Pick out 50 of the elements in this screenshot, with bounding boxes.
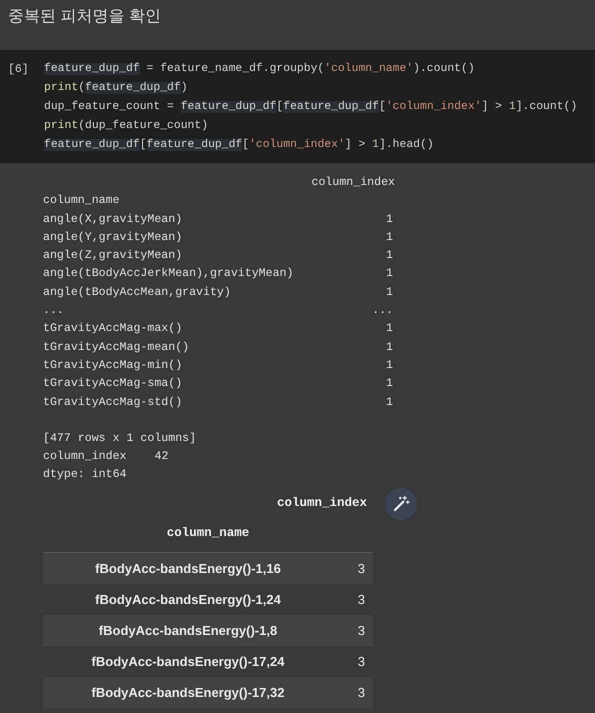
table-cell-text: fBodyAcc-bandsEnergy()-1,24 [94, 590, 282, 609]
code-line: feature_dup_df[feature_dup_df['column_index'] > 1].head() [44, 138, 435, 153]
magic-wand-button[interactable] [385, 488, 417, 520]
row-value: ... [372, 303, 393, 320]
index-name: column_name [43, 193, 120, 210]
row-label: angle(Y,gravityMean) [43, 230, 182, 246]
series-value: 42 [154, 449, 168, 466]
table-cell-text: 3 [356, 622, 366, 640]
table-cell-text: fBodyAcc-bandsEnergy()-1,16 [94, 560, 282, 578]
table-cell-text: fBodyAcc-bandsEnergy()-1,8 [98, 622, 278, 640]
table-cell-text: 3 [356, 590, 366, 608]
code-line: feature_dup_df = feature_name_df.groupby('column_name').count() [44, 62, 476, 77]
row-label: tGravityAccMag-min() [43, 358, 182, 374]
row-value: 1 [386, 248, 393, 264]
row-label: angle(tBodyAccMean,gravity) [43, 284, 231, 301]
table-cell-text: fBodyAcc-bandsEnergy()-17,24 [90, 652, 286, 671]
column-header: column_index [312, 175, 395, 191]
markdown-heading: 중복된 피처명을 확인 [8, 7, 162, 27]
row-label: tGravityAccMag-std() [43, 394, 182, 411]
code-cell[interactable] [0, 50, 595, 163]
row-label: angle(Z,gravityMean) [43, 248, 182, 264]
table-cell-text: 3 [356, 684, 366, 702]
execution-count: [6] [7, 62, 30, 78]
row-label: tGravityAccMag-sma() [43, 376, 182, 392]
table-cell-text: 3 [356, 652, 366, 670]
row-label: angle(tBodyAccJerkMean),gravityMean) [43, 266, 294, 282]
table-cell-text: fBodyAcc-bandsEnergy()-17,32 [90, 684, 286, 702]
series-label: column_index [43, 449, 126, 466]
column-header: column_index [276, 495, 367, 512]
magic-wand-icon [392, 494, 410, 513]
row-label: tGravityAccMag-mean() [43, 340, 190, 356]
row-label: angle(X,gravityMean) [43, 212, 182, 228]
summary-text: [477 rows x 1 columns] [43, 430, 196, 447]
row-value: 1 [386, 340, 393, 356]
row-value: 1 [386, 376, 393, 392]
dtype-text: dtype: int64 [43, 467, 126, 484]
row-value: 1 [386, 266, 393, 282]
code-line: print(feature_dup_df) [44, 80, 189, 96]
index-header: column_name [166, 525, 250, 542]
table-cell-text: 3 [356, 560, 366, 578]
row-value: 1 [386, 230, 393, 246]
row-value: 1 [386, 212, 393, 228]
row-label: tGravityAccMag-max() [43, 321, 182, 338]
code-line: print(dup_feature_count) [44, 118, 210, 134]
row-value: 1 [386, 358, 393, 374]
row-label: ... [43, 303, 64, 320]
row-value: 1 [386, 284, 393, 301]
code-line: dup_feature_count = feature_dup_df[feature_dup_df['column_index'] > 1].count() [44, 100, 578, 115]
row-value: 1 [386, 321, 393, 338]
row-value: 1 [386, 394, 393, 411]
